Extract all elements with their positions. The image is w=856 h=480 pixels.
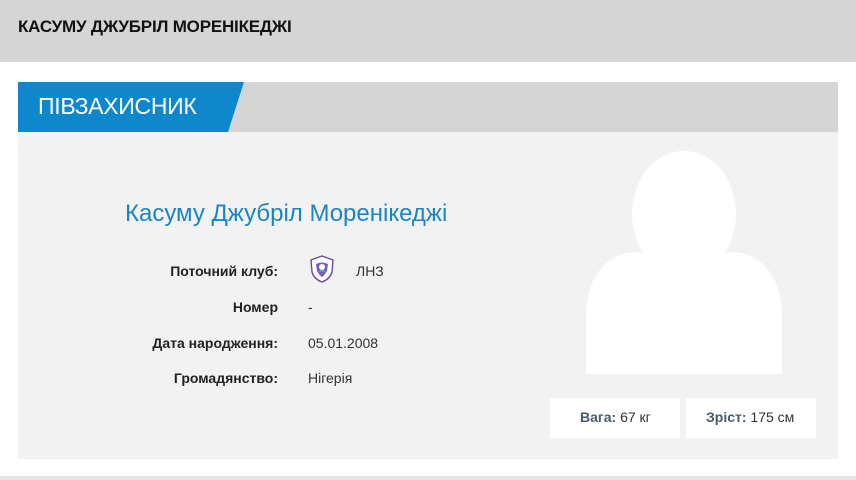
weight-value: 67 кг (620, 409, 651, 425)
height-box: Зріст: 175 см (686, 398, 816, 438)
birthdate-value: 05.01.2008 (308, 335, 379, 351)
citizenship-row: Громадянство: Нігерія (18, 370, 438, 394)
club-name-link[interactable]: ЛНЗ (356, 263, 384, 279)
weight-box: Вага: 67 кг (550, 398, 680, 438)
weight-label: Вага: (580, 409, 617, 425)
card-header: ПІВЗАХИСНИК (18, 82, 838, 132)
bottom-divider (0, 476, 856, 480)
club-label: Поточний клуб: (170, 263, 278, 279)
number-row: Номер - (18, 299, 438, 323)
citizenship-value: Нігерія (308, 370, 353, 386)
number-value: - (308, 299, 313, 315)
player-name: Касуму Джубріл Моренікеджі (125, 200, 448, 227)
citizenship-label: Громадянство: (173, 370, 278, 386)
birthdate-label: Дата народження: (152, 335, 278, 351)
page-header: КАСУМУ ДЖУБРІЛ МОРЕНІКЕДЖІ (0, 0, 856, 62)
page-title: КАСУМУ ДЖУБРІЛ МОРЕНІКЕДЖІ (18, 17, 292, 36)
position-tab: ПІВЗАХИСНИК (18, 82, 244, 132)
height-value: 175 см (750, 409, 795, 425)
number-label: Номер (232, 299, 278, 315)
club-crest-icon[interactable] (309, 255, 335, 283)
player-card: ПІВЗАХИСНИК Касуму Джубріл Моренікеджі П… (18, 82, 838, 459)
position-label: ПІВЗАХИСНИК (38, 93, 197, 119)
birthdate-row: Дата народження: 05.01.2008 (18, 335, 438, 359)
club-row: Поточний клуб: ЛНЗ (18, 255, 438, 287)
height-label: Зріст: (706, 409, 747, 425)
user-silhouette-icon (586, 151, 782, 374)
